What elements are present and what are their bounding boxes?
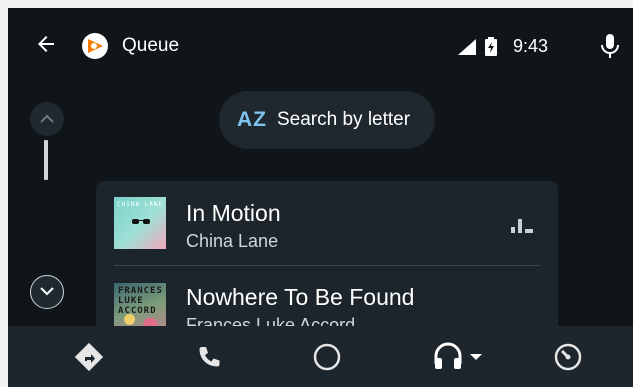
scroll-down-button[interactable] <box>30 275 64 309</box>
scroll-up-button[interactable] <box>30 102 64 136</box>
track-title: Nowhere To Be Found <box>186 284 415 310</box>
cell-signal-icon <box>458 39 476 60</box>
dashboard-icon[interactable] <box>551 341 585 373</box>
headphones-icon[interactable] <box>432 341 488 373</box>
play-music-app-icon <box>82 33 108 59</box>
chevron-up-icon <box>40 110 54 128</box>
queue-list: CHINA LANE In Motion China Lane FRANCES … <box>96 181 558 341</box>
back-arrow-icon[interactable] <box>34 32 58 56</box>
track-title: In Motion <box>186 200 281 226</box>
bottom-nav-bar <box>8 326 633 387</box>
clock: 9:43 <box>513 36 549 56</box>
album-art: CHINA LANE <box>114 197 166 249</box>
navigation-icon[interactable] <box>72 341 106 373</box>
chevron-down-icon <box>40 283 54 301</box>
track-artist: China Lane <box>186 231 279 251</box>
now-playing-equalizer-icon <box>511 219 533 238</box>
page-title: Queue <box>122 35 180 56</box>
battery-charging-icon <box>485 37 497 61</box>
search-by-letter-button[interactable]: AZ Search by letter <box>219 91 435 149</box>
scrollbar-thumb[interactable] <box>44 140 48 180</box>
queue-item[interactable]: CHINA LANE In Motion China Lane <box>96 181 558 267</box>
android-auto-screen: Queue 9:43 AZ Search by letter CHINA LAN… <box>8 8 633 387</box>
top-bar: Queue 9:43 <box>8 8 633 78</box>
a-z-sort-icon: AZ <box>237 108 267 131</box>
divider <box>114 265 540 266</box>
search-label: Search by letter <box>277 109 411 130</box>
home-icon[interactable] <box>310 341 344 373</box>
phone-icon[interactable] <box>192 341 226 373</box>
microphone-icon[interactable] <box>600 34 620 63</box>
